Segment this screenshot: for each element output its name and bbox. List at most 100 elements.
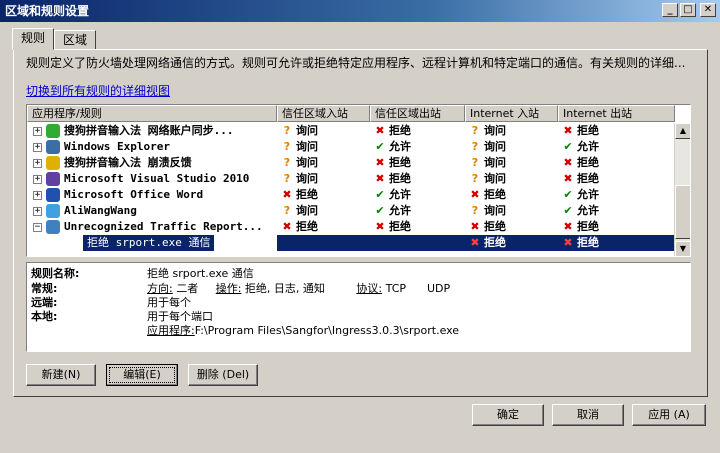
status-cell[interactable]: ✖ 拒绝	[558, 171, 675, 187]
status-cell[interactable]: ✔ 允许	[370, 187, 465, 203]
question-icon: ?	[283, 172, 291, 185]
vertical-scrollbar[interactable]: ▲ ▼	[674, 123, 690, 256]
status-cell[interactable]: ✖ 拒绝	[558, 123, 675, 139]
status-cell[interactable]: ✖ 拒绝	[370, 155, 465, 171]
application-label[interactable]: 应用程序:	[147, 324, 195, 337]
tab-rules[interactable]: 规则	[12, 28, 55, 50]
status-cell[interactable]	[277, 235, 370, 251]
table-row[interactable]: + Microsoft Office Word ✖ 拒绝 ✔ 允许 ✖ 拒绝 ✔ 允许	[27, 187, 675, 203]
table-row[interactable]: − Unrecognized Traffic Report... ✖ 拒绝 ✖ 拒绝 ✖ 拒绝…	[27, 219, 675, 235]
cancel-button[interactable]: 取消	[552, 404, 624, 426]
cross-icon: ✖	[375, 156, 385, 169]
status-cell[interactable]: ✔ 允许	[558, 187, 675, 203]
status-cell[interactable]: ? 询问	[465, 203, 558, 219]
ok-button[interactable]: 确定	[472, 404, 544, 426]
cross-icon: ✖	[282, 220, 292, 233]
column-header-trust-out[interactable]: 信任区域出站	[370, 105, 465, 122]
status-cell[interactable]: ✖ 拒绝	[370, 123, 465, 139]
status-cell[interactable]: ✖ 拒绝	[277, 187, 370, 203]
status-cell[interactable]: ? 询问	[465, 123, 558, 139]
status-cell[interactable]: ✖ 拒绝	[558, 235, 675, 251]
status-cell[interactable]: ✔ 允许	[558, 139, 675, 155]
column-header-internet-in[interactable]: Internet 入站	[465, 105, 558, 122]
status-label: 拒绝	[389, 220, 411, 233]
app-cell: − Unrecognized Traffic Report...	[27, 219, 277, 235]
edit-button[interactable]: 编辑(E)	[106, 364, 178, 386]
question-icon: ?	[471, 156, 479, 169]
status-cell[interactable]: ? 询问	[465, 155, 558, 171]
status-cell[interactable]: ✔ 允许	[370, 139, 465, 155]
status-label: 拒绝	[389, 172, 411, 185]
protocol-value-udp: UDP	[427, 282, 451, 295]
status-label: 允许	[389, 204, 411, 217]
new-button[interactable]: 新建(N)	[26, 364, 96, 386]
status-label: 拒绝	[577, 124, 599, 137]
status-cell[interactable]: ✔ 允许	[370, 203, 465, 219]
status-cell[interactable]: ✖ 拒绝	[370, 219, 465, 235]
tab-zones[interactable]: 区域	[54, 30, 97, 50]
status-cell[interactable]: ? 询问	[465, 171, 558, 187]
status-cell[interactable]: ? 询问	[465, 139, 558, 155]
expand-icon[interactable]: +	[33, 158, 42, 168]
cross-icon: ✖	[563, 124, 573, 137]
scroll-thumb[interactable]	[675, 185, 690, 239]
table-row[interactable]: + AliWangWang? 询问 ✔ 允许? 询问 ✔ 允许	[27, 203, 675, 219]
status-cell[interactable]: ✖ 拒绝	[370, 171, 465, 187]
status-cell[interactable]: ? 询问	[277, 203, 370, 219]
column-header-app[interactable]: 应用程序/规则	[27, 105, 277, 122]
status-cell[interactable]: ✖ 拒绝	[465, 187, 558, 203]
cross-icon: ✖	[563, 156, 573, 169]
scroll-down-icon[interactable]: ▼	[675, 241, 690, 256]
local-label: 本地:	[31, 310, 58, 323]
status-cell[interactable]: ✔ 允许	[558, 203, 675, 219]
apply-button[interactable]: 应用 (A)	[632, 404, 706, 426]
collapse-icon[interactable]: −	[33, 222, 42, 232]
table-row[interactable]: + Microsoft Visual Studio 2010? 询问 ✖ 拒绝? 询问 ✖ 拒…	[27, 171, 675, 187]
delete-button[interactable]: 删除 (Del)	[188, 364, 258, 386]
expand-icon[interactable]: +	[33, 126, 42, 136]
status-label: 允许	[577, 140, 599, 153]
status-cell[interactable]: ✖ 拒绝	[465, 219, 558, 235]
cross-icon: ✖	[563, 172, 573, 185]
rule-name-label: 规则名称:	[31, 267, 80, 280]
table-row[interactable]: + 搜狗拼音输入法 崩溃反馈? 询问 ✖ 拒绝? 询问 ✖ 拒绝	[27, 155, 675, 171]
status-cell[interactable]: ✖ 拒绝	[277, 219, 370, 235]
status-label: 拒绝	[577, 220, 599, 233]
column-header-internet-out[interactable]: Internet 出站	[558, 105, 675, 122]
unrecognized-traffic-icon	[46, 220, 60, 234]
status-label: 拒绝	[389, 124, 411, 137]
app-cell: + AliWangWang	[27, 203, 277, 219]
action-label[interactable]: 操作:	[216, 282, 242, 295]
status-cell[interactable]: ? 询问	[277, 139, 370, 155]
maximize-button[interactable]: □	[680, 3, 696, 17]
protocol-label[interactable]: 协议:	[356, 282, 382, 295]
table-row[interactable]: + Windows Explorer? 询问 ✔ 允许? 询问 ✔ 允许	[27, 139, 675, 155]
status-cell[interactable]: ? 询问	[277, 171, 370, 187]
minimize-button[interactable]: _	[662, 3, 678, 17]
close-button[interactable]: ✕	[700, 3, 716, 17]
expand-icon[interactable]: +	[33, 142, 42, 152]
app-name: Microsoft Visual Studio 2010	[64, 172, 250, 185]
expand-icon[interactable]: +	[33, 206, 42, 216]
status-label: 拒绝	[484, 188, 506, 201]
table-row[interactable]: + 搜狗拼音输入法 网络账户同步...? 询问 ✖ 拒绝? 询问 ✖ 拒绝	[27, 123, 675, 139]
rule-details-panel: 规则名称: 拒绝 srport.exe 通信 常规: 方向: 二者 操作: 拒绝…	[26, 262, 691, 352]
status-label: 允许	[389, 188, 411, 201]
title-bar: 区域和规则设置 _ □ ✕	[0, 0, 720, 22]
status-cell[interactable]: ✖ 拒绝	[558, 219, 675, 235]
cross-icon: ✖	[375, 220, 385, 233]
selected-rule-row[interactable]: 拒绝 srport.exe 通信 ✖ 拒绝 ✖ 拒绝	[27, 235, 675, 251]
detailed-view-link[interactable]: 切换到所有规则的详细视图	[26, 82, 170, 99]
scroll-up-icon[interactable]: ▲	[675, 123, 690, 139]
status-cell[interactable]: ✖ 拒绝	[558, 155, 675, 171]
rules-grid[interactable]: 应用程序/规则 信任区域入站 信任区域出站 Internet 入站 Intern…	[26, 104, 691, 257]
app-name: Windows Explorer	[64, 140, 170, 153]
status-cell[interactable]: ? 询问	[277, 155, 370, 171]
status-cell[interactable]	[370, 235, 465, 251]
app-name: AliWangWang	[64, 204, 137, 217]
expand-icon[interactable]: +	[33, 174, 42, 184]
column-header-trust-in[interactable]: 信任区域入站	[277, 105, 370, 122]
status-cell[interactable]: ? 询问	[277, 123, 370, 139]
expand-icon[interactable]: +	[33, 190, 42, 200]
status-cell[interactable]: ✖ 拒绝	[465, 235, 558, 251]
